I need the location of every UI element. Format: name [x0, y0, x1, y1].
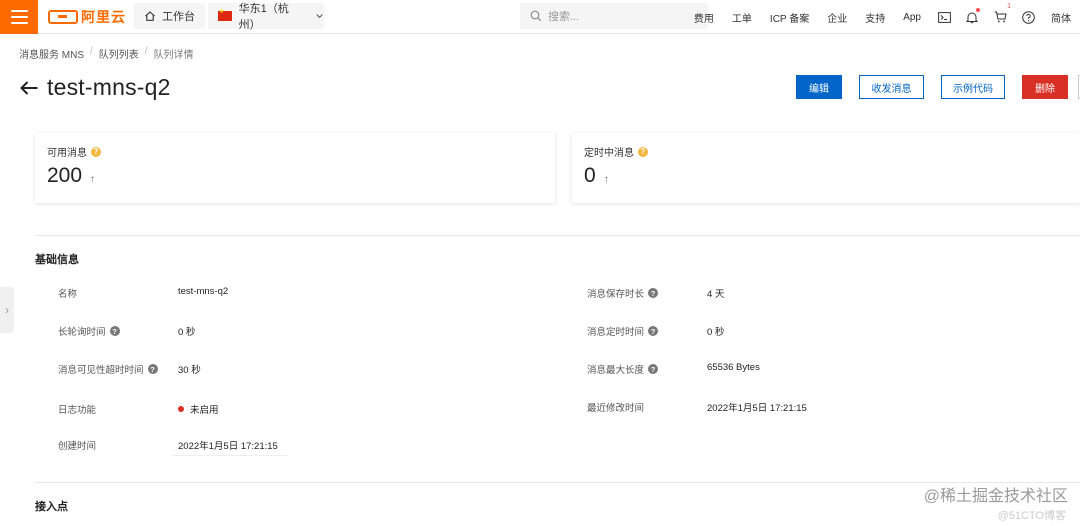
action-buttons: 编辑 收发消息 示例代码 删除 — [796, 75, 1068, 99]
info-label-modified: 最近修改时间 — [587, 403, 645, 414]
watermark: @稀土掘金技术社区 — [923, 488, 1068, 505]
search-icon — [530, 10, 542, 22]
watermark-secondary: @51CTO博客 — [997, 510, 1066, 522]
info-value-max-size: 65536 Bytes — [707, 362, 760, 373]
help-icon[interactable]: ? — [648, 364, 659, 374]
divider — [35, 235, 1080, 236]
aliyun-logo[interactable]: 阿里云 — [48, 6, 126, 28]
info-label-name: 名称 — [58, 289, 78, 300]
help-icon[interactable]: ? — [91, 146, 101, 157]
help-icon[interactable] — [1014, 10, 1042, 24]
chevron-right-icon: › — [5, 303, 9, 317]
notification-dot — [976, 7, 980, 12]
info-value-name: test-mns-q2 — [178, 286, 229, 297]
divider — [172, 455, 288, 456]
link-ticket[interactable]: 工单 — [723, 10, 761, 25]
breadcrumb-queue-list[interactable]: 队列列表 — [99, 46, 139, 61]
link-billing[interactable]: 费用 — [685, 10, 723, 25]
breadcrumb-queue-detail: 队列详情 — [153, 50, 194, 61]
language-switch[interactable]: 简体 — [1042, 10, 1080, 25]
info-label-created: 创建时间 — [58, 441, 97, 452]
link-support[interactable]: 支持 — [856, 10, 894, 25]
top-navigation-bar: 阿里云 工作台 华东1（杭州） 搜索... 费用 工单 ICP 备案 企业 支持… — [0, 0, 1080, 34]
breadcrumb-mns[interactable]: 消息服务 MNS — [19, 46, 84, 61]
basic-info-title: 基础信息 — [35, 254, 79, 266]
hamburger-menu-icon[interactable] — [0, 0, 38, 34]
info-label-visibility-timeout: 消息可见性超时时间? — [58, 362, 158, 376]
info-value-visibility-timeout: 30 秒 — [178, 365, 201, 376]
page-title: test-mns-q2 — [47, 74, 171, 100]
workbench-label: 工作台 — [162, 11, 195, 23]
info-value-created: 2022年1月5日 17:21:15 — [178, 441, 278, 452]
breadcrumb-separator: / — [144, 46, 148, 57]
title-row: test-mns-q2 — [19, 74, 171, 101]
available-messages-label: 可用消息 — [47, 148, 87, 159]
home-icon — [145, 11, 155, 21]
status-dot — [178, 406, 184, 412]
edit-button[interactable]: 编辑 — [796, 75, 842, 99]
top-links: 费用 工单 ICP 备案 企业 支持 App 1 简体 — [685, 0, 1080, 34]
back-arrow-icon[interactable] — [19, 80, 39, 96]
link-enterprise[interactable]: 企业 — [818, 10, 856, 25]
china-flag-icon — [218, 8, 232, 21]
link-icp[interactable]: ICP 备案 — [761, 10, 818, 25]
help-icon[interactable]: ? — [648, 288, 659, 298]
info-value-modified: 2022年1月5日 17:21:15 — [707, 403, 807, 414]
info-value-retention: 4 天 — [707, 289, 725, 300]
endpoint-section-title: 接入点 — [35, 501, 68, 513]
info-value-delay: 0 秒 — [707, 327, 725, 338]
chevron-down-icon — [316, 14, 323, 19]
delayed-messages-card: 定时中消息 ? 0 ↑ — [572, 133, 1080, 203]
info-label-long-polling: 长轮询时间? — [58, 324, 120, 338]
region-label: 华东1（杭州） — [238, 3, 289, 31]
workbench-button[interactable]: 工作台 — [134, 3, 205, 29]
help-icon[interactable]: ? — [648, 326, 659, 336]
logo-mark-icon — [48, 10, 78, 24]
help-icon[interactable]: ? — [109, 326, 120, 336]
notification-bell-icon[interactable] — [958, 7, 986, 24]
send-receive-button[interactable]: 收发消息 — [859, 75, 924, 99]
delayed-messages-label: 定时中消息 — [584, 148, 634, 159]
breadcrumb-separator: / — [90, 46, 93, 57]
sample-code-button[interactable]: 示例代码 — [941, 75, 1005, 99]
info-label-delay: 消息定时时间? — [587, 324, 659, 338]
available-messages-value: 200 — [47, 164, 83, 187]
cart-badge: 1 — [1007, 3, 1011, 10]
cart-icon[interactable]: 1 — [986, 3, 1014, 23]
sidebar-expand-handle[interactable]: › — [0, 287, 14, 333]
terminal-icon[interactable] — [930, 11, 958, 23]
info-label-max-size: 消息最大长度? — [587, 362, 659, 376]
arrow-up-icon: ↑ — [90, 174, 96, 185]
link-app[interactable]: App — [894, 12, 930, 23]
help-icon[interactable]: ? — [147, 364, 158, 374]
available-messages-card: 可用消息 ? 200 ↑ — [35, 133, 555, 203]
breadcrumb: 消息服务 MNS / 队列列表 / 队列详情 — [19, 46, 194, 61]
info-value-long-polling: 0 秒 — [178, 327, 196, 338]
info-label-retention: 消息保存时长? — [587, 286, 659, 300]
info-value-logging: 未启用 — [178, 402, 219, 416]
delayed-messages-value: 0 — [584, 164, 596, 187]
region-selector[interactable]: 华东1（杭州） — [208, 3, 324, 31]
delete-button[interactable]: 删除 — [1022, 75, 1068, 99]
info-label-logging: 日志功能 — [58, 405, 97, 416]
search-box[interactable]: 搜索... — [520, 3, 708, 29]
help-icon[interactable]: ? — [638, 146, 648, 157]
arrow-up-icon: ↑ — [603, 174, 609, 185]
search-input[interactable]: 搜索... — [548, 8, 579, 24]
